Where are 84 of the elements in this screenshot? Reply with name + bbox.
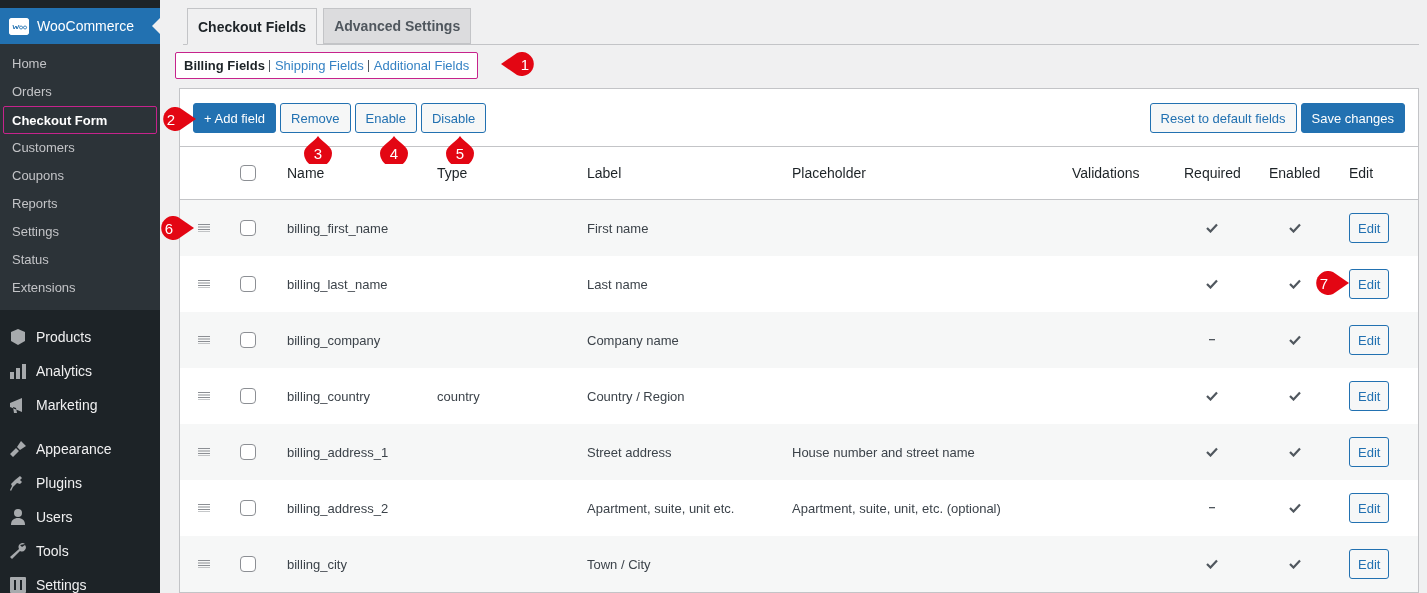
submenu-item[interactable]: Status — [0, 246, 160, 274]
table-cell: Apartment, suite, unit, etc. (optional) — [792, 500, 1001, 516]
row-checkbox[interactable] — [240, 220, 256, 236]
edit-button[interactable]: Edit — [1349, 381, 1390, 411]
drag-handle-icon[interactable] — [198, 280, 210, 288]
menu-item[interactable]: Plugins — [0, 466, 160, 500]
table-cell: billing_address_2 — [287, 500, 389, 516]
column-header: Name — [287, 165, 325, 181]
row-checkbox[interactable] — [240, 276, 256, 292]
submenu-item[interactable]: Coupons — [0, 162, 160, 190]
subnav-link[interactable]: Shipping Fields — [274, 58, 364, 73]
edit-button[interactable]: Edit — [1349, 213, 1390, 243]
subnav-link[interactable]: Additional Fields — [373, 58, 470, 73]
row-checkbox[interactable] — [240, 500, 256, 516]
submenu-item[interactable]: Extensions — [0, 274, 160, 302]
select-all-checkbox[interactable] — [240, 165, 256, 181]
box-icon — [8, 327, 28, 347]
row-checkbox[interactable] — [240, 332, 256, 348]
table-cell: billing_company — [287, 332, 381, 348]
drag-handle-icon[interactable] — [198, 392, 210, 400]
submenu-item[interactable]: Home — [0, 50, 160, 78]
tab[interactable]: Checkout Fields — [187, 8, 318, 45]
menu-item[interactable]: WooCommerce — [0, 8, 160, 44]
tab[interactable]: Advanced Settings — [323, 8, 472, 44]
bar-chart-icon — [8, 361, 28, 381]
table-cell: Last name — [587, 276, 648, 292]
menu-item[interactable]: Settings — [0, 568, 160, 593]
subnav-link[interactable]: Billing Fields — [184, 58, 265, 73]
submenu-item[interactable]: Settings — [0, 218, 160, 246]
column-header: Enabled — [1269, 165, 1321, 181]
toolbar-button[interactable]: Enable — [354, 103, 417, 133]
drag-handle-icon[interactable] — [198, 336, 210, 344]
edit-button[interactable]: Edit — [1349, 325, 1390, 355]
column-header: Label — [587, 165, 622, 181]
table-cell: Apartment, suite, unit etc. — [587, 500, 735, 516]
wrench-icon — [8, 541, 28, 561]
separator-icon — [367, 59, 370, 72]
table-cell: Street address — [587, 444, 672, 460]
toolbar-button[interactable]: Reset to default fields — [1149, 103, 1297, 133]
paintbrush-icon — [8, 439, 28, 459]
column-header: Edit — [1349, 165, 1374, 181]
table-cell: billing_city — [287, 556, 347, 572]
table-cell: First name — [587, 220, 649, 236]
column-header: Placeholder — [792, 165, 866, 181]
edit-button[interactable]: Edit — [1349, 493, 1390, 523]
table-cell: Town / City — [587, 556, 651, 572]
column-header: Type — [437, 165, 468, 181]
submenu-item[interactable]: Checkout Form — [3, 106, 157, 134]
menu-item[interactable]: Appearance — [0, 432, 160, 466]
table-cell: billing_country — [287, 388, 371, 404]
drag-handle-icon[interactable] — [198, 224, 210, 232]
menu-item[interactable]: Analytics — [0, 354, 160, 388]
row-checkbox[interactable] — [240, 444, 256, 460]
edit-button[interactable]: Edit — [1349, 437, 1390, 467]
submenu-item[interactable]: Orders — [0, 78, 160, 106]
menu-item[interactable]: Marketing — [0, 388, 160, 422]
table-cell: country — [437, 388, 480, 404]
toolbar-button[interactable]: + Add field — [193, 103, 277, 133]
table-cell: billing_first_name — [287, 220, 389, 236]
drag-handle-icon[interactable] — [198, 504, 210, 512]
column-header: Required — [1184, 165, 1241, 181]
submenu-item[interactable]: Reports — [0, 190, 160, 218]
submenu-item[interactable]: Customers — [0, 134, 160, 162]
table-cell: Company name — [587, 332, 679, 348]
menu-item[interactable]: Tools — [0, 534, 160, 568]
menu-item[interactable]: Users — [0, 500, 160, 534]
row-checkbox[interactable] — [240, 388, 256, 404]
drag-handle-icon[interactable] — [198, 560, 210, 568]
edit-button[interactable]: Edit — [1349, 269, 1390, 299]
table-cell: House number and street name — [792, 444, 975, 460]
row-checkbox[interactable] — [240, 556, 256, 572]
toolbar-button[interactable]: Save changes — [1300, 103, 1405, 133]
table-cell: Country / Region — [587, 388, 685, 404]
menu-item[interactable]: Products — [0, 320, 160, 354]
toolbar-button[interactable]: Disable — [421, 103, 487, 133]
column-header: Validations — [1072, 165, 1140, 181]
table-cell: billing_address_1 — [287, 444, 389, 460]
woo-logo-icon — [9, 17, 29, 35]
drag-handle-icon[interactable] — [198, 448, 210, 456]
table-cell: billing_last_name — [287, 276, 388, 292]
toolbar-button[interactable]: Remove — [280, 103, 351, 133]
edit-button[interactable]: Edit — [1349, 549, 1390, 579]
separator-icon — [268, 59, 271, 72]
user-icon — [8, 507, 28, 527]
